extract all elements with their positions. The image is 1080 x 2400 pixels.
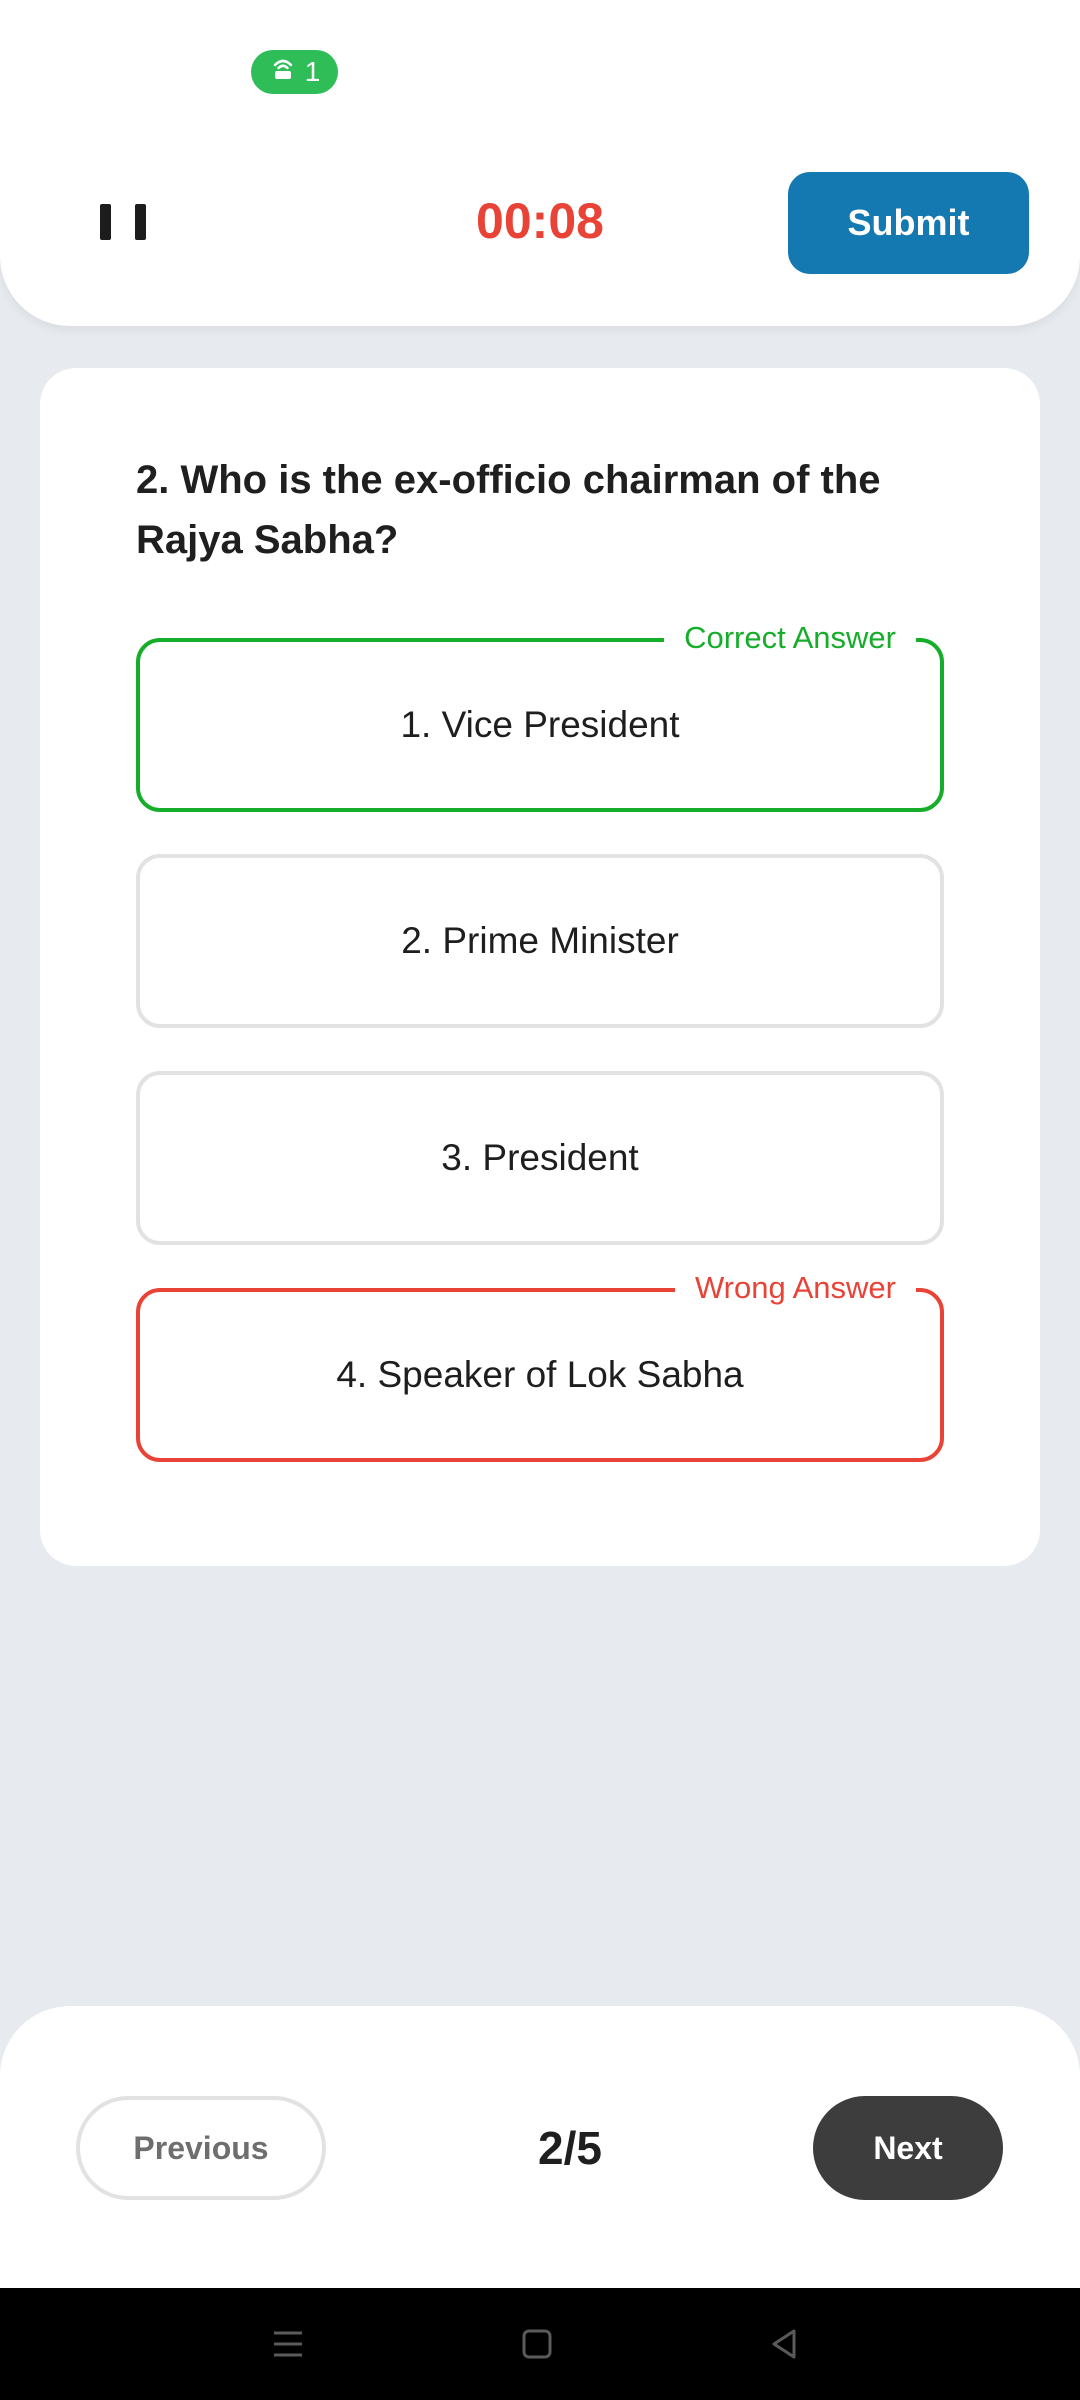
correct-answer-tag: Correct Answer [664, 618, 916, 658]
page-indicator: 2/5 [538, 2122, 602, 2174]
pause-button[interactable] [100, 196, 146, 248]
option-2[interactable]: 2. Prime Minister [136, 854, 944, 1028]
back-icon[interactable] [764, 2324, 804, 2364]
option-label: 3. President [441, 1137, 639, 1178]
header: 1 00:08 Submit [0, 0, 1080, 326]
option-1[interactable]: Correct Answer 1. Vice President [136, 618, 944, 812]
system-navigation-bar [0, 2288, 1080, 2400]
quiz-screen: 1 00:08 Submit 2. Who is the ex-officio … [0, 0, 1080, 2400]
question-card: 2. Who is the ex-officio chairman of the… [40, 368, 1040, 1566]
option-label: 4. Speaker of Lok Sabha [336, 1354, 744, 1395]
footer: Previous 2/5 Next [0, 2006, 1080, 2288]
timer: 00:08 [476, 193, 604, 249]
option-label: 1. Vice President [400, 704, 680, 745]
pause-icon-bar-left [100, 204, 111, 240]
option-4[interactable]: Wrong Answer 4. Speaker of Lok Sabha [136, 1268, 944, 1462]
menu-icon[interactable] [268, 2324, 308, 2364]
pause-icon-bar-right [135, 204, 146, 240]
question-text: 2. Who is the ex-officio chairman of the… [136, 458, 881, 562]
home-icon[interactable] [517, 2324, 557, 2364]
hotspot-indicator[interactable]: 1 [251, 50, 338, 94]
option-3[interactable]: 3. President [136, 1071, 944, 1245]
submit-button[interactable]: Submit [788, 172, 1029, 274]
hotspot-icon [269, 55, 297, 90]
previous-button[interactable]: Previous [76, 2096, 326, 2200]
wrong-answer-tag: Wrong Answer [674, 1268, 916, 1308]
next-button[interactable]: Next [813, 2096, 1003, 2200]
option-label: 2. Prime Minister [401, 920, 679, 961]
hotspot-count: 1 [304, 56, 321, 87]
